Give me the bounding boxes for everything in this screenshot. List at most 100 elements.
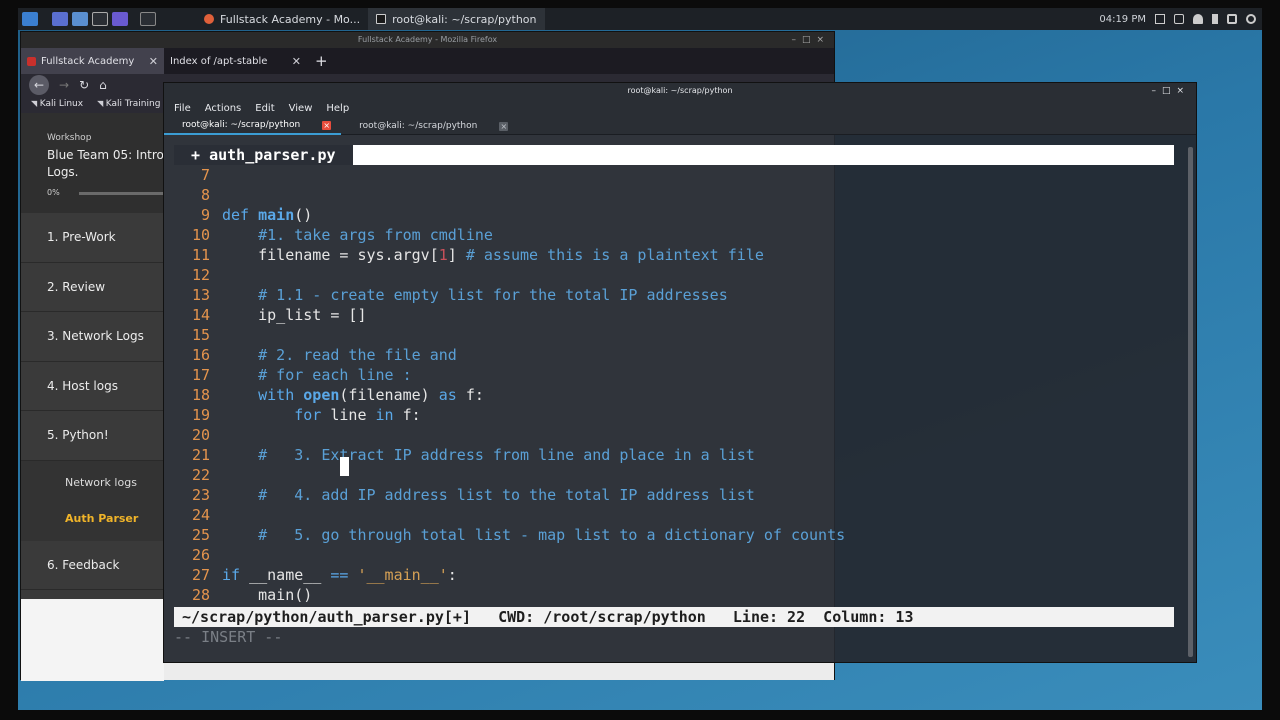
firefox-launcher-icon[interactable] [112, 12, 128, 26]
code-line: 21 # 3. Extract IP address from line and… [174, 445, 755, 465]
line-number: 23 [191, 486, 210, 504]
nav-item-pre-work[interactable]: 1. Pre-Work [21, 213, 164, 263]
terminal-tab-label: root@kali: ~/scrap/python [182, 120, 301, 130]
terminal-tabbar: root@kali: ~/scrap/python × root@kali: ~… [164, 117, 1196, 135]
terminal-window-controls[interactable]: –□× [1151, 83, 1190, 99]
terminal-scrollbar[interactable] [1188, 147, 1193, 657]
network-icon[interactable] [1174, 14, 1184, 24]
code-line: 12 [174, 265, 222, 285]
code-line: 20 [174, 425, 222, 445]
line-number: 9 [200, 206, 210, 224]
vim-editor[interactable]: + auth_parser.py 7 8 9 def main() 10 #1. … [174, 145, 1174, 655]
tab-label: Index of /apt-stable [170, 55, 268, 67]
vim-mode-indicator: -- INSERT -- [174, 628, 283, 646]
code-line: 15 [174, 325, 222, 345]
bookmark-kali-linux[interactable]: Kali Linux [31, 99, 83, 109]
code-comment: #1. take args from cmdline [258, 226, 493, 244]
top-panel: Fullstack Academy - Mo... root@kali: ~/s… [18, 8, 1262, 30]
display-icon[interactable] [1155, 14, 1165, 24]
code-line: 18 with open(filename) as f: [174, 385, 484, 405]
workspace-1-icon[interactable] [52, 12, 68, 26]
line-number: 26 [191, 546, 210, 564]
progress-bar [79, 192, 164, 195]
line-number: 27 [191, 566, 210, 584]
terminal-icon [376, 14, 387, 24]
menu-file[interactable]: File [174, 103, 191, 114]
code-line: 26 [174, 545, 222, 565]
line-number: 28 [191, 586, 210, 604]
close-tab-icon[interactable]: × [499, 121, 509, 131]
terminal-menubar: File Actions Edit View Help [164, 99, 1196, 117]
close-tab-icon[interactable]: ✕ [292, 55, 301, 68]
firefox-window-title: Fullstack Academy - Mozilla Firefox [357, 35, 498, 44]
task-terminal-label: root@kali: ~/scrap/python [392, 12, 537, 26]
code-comment: # 4. add IP address list to the total IP… [258, 486, 755, 504]
firefox-icon [204, 14, 214, 24]
task-terminal[interactable]: root@kali: ~/scrap/python [368, 8, 545, 30]
code-line: 22 [174, 465, 222, 485]
home-icon[interactable]: ⌂ [99, 78, 107, 92]
line-number: 7 [200, 166, 210, 184]
menu-help[interactable]: Help [326, 103, 349, 114]
kali-menu-icon[interactable] [22, 12, 38, 26]
vim-buffer-tab[interactable]: + auth_parser.py [174, 145, 353, 165]
line-number: 18 [191, 386, 210, 404]
line-number: 11 [191, 246, 210, 264]
nav-item-host-logs[interactable]: 4. Host logs [21, 362, 164, 411]
terminal-launcher-icon[interactable] [92, 12, 108, 26]
vim-statusline: ~/scrap/python/auth_parser.py[+] CWD: /r… [174, 607, 1174, 627]
nav-item-review[interactable]: 2. Review [21, 263, 164, 312]
line-number: 21 [191, 446, 210, 464]
reload-icon[interactable]: ↻ [79, 78, 89, 92]
line-number: 22 [191, 466, 210, 484]
notification-bell-icon[interactable] [1193, 14, 1203, 24]
nav-item-feedback[interactable]: 6. Feedback [21, 541, 164, 590]
task-firefox[interactable]: Fullstack Academy - Mo... [196, 8, 368, 30]
terminal-titlebar: root@kali: ~/scrap/python –□× [164, 83, 1196, 99]
window-controls[interactable]: –□× [791, 32, 830, 48]
terminal-tab-2[interactable]: root@kali: ~/scrap/python × [341, 117, 518, 135]
workshop-label: Workshop [47, 133, 92, 143]
lock-icon[interactable] [1227, 14, 1237, 24]
bookmark-kali-training[interactable]: Kali Training [97, 99, 161, 109]
new-tab-button[interactable]: + [307, 48, 336, 74]
nav-item-python[interactable]: 5. Python! [21, 411, 164, 461]
subnav-auth-parser[interactable]: Auth Parser [21, 501, 164, 537]
code-line: 17 # for each line : [174, 365, 412, 385]
terminal-tab-1[interactable]: root@kali: ~/scrap/python × [164, 117, 342, 135]
file-manager-icon[interactable] [72, 12, 88, 26]
line-number: 24 [191, 506, 210, 524]
close-tab-icon[interactable]: × [322, 120, 332, 130]
code-comment: # 5. go through total list - map list to… [258, 526, 846, 544]
clock[interactable]: 04:19 PM [1099, 14, 1146, 25]
tab-fullstack-academy[interactable]: Fullstack Academy ✕ [21, 48, 164, 74]
tab-apt-stable[interactable]: Index of /apt-stable ✕ [164, 48, 307, 74]
back-arrow-icon[interactable]: ← [29, 75, 49, 95]
line-number: 12 [191, 266, 210, 284]
menu-view[interactable]: View [289, 103, 313, 114]
menu-edit[interactable]: Edit [255, 103, 274, 114]
menu-actions[interactable]: Actions [205, 103, 242, 114]
terminal-window: root@kali: ~/scrap/python –□× File Actio… [163, 82, 1197, 663]
code-comment: # 1.1 - create empty list for the total … [258, 286, 728, 304]
workshop-title: Blue Team 05: Intro Logs. [47, 147, 164, 181]
line-number: 19 [191, 406, 210, 424]
battery-icon[interactable] [1212, 14, 1218, 24]
code-comment: # for each line : [258, 366, 412, 384]
code-line: 9 def main() [174, 205, 312, 225]
show-desktop-icon[interactable] [140, 12, 156, 26]
subnav: Network logs Auth Parser [21, 460, 164, 541]
power-icon[interactable] [1246, 14, 1256, 24]
line-number: 13 [191, 286, 210, 304]
subnav-network-logs[interactable]: Network logs [21, 465, 164, 501]
line-number: 17 [191, 366, 210, 384]
code-line: 10 #1. take args from cmdline [174, 225, 493, 245]
fullstack-favicon-icon [27, 56, 36, 66]
close-tab-icon[interactable]: ✕ [149, 55, 158, 68]
line-number: 10 [191, 226, 210, 244]
nav-item-network-logs[interactable]: 3. Network Logs [21, 312, 164, 362]
forward-arrow-icon[interactable]: → [59, 78, 69, 92]
firefox-titlebar: Fullstack Academy - Mozilla Firefox –□× [21, 32, 834, 48]
line-number: 20 [191, 426, 210, 444]
code-line: 19 for line in f: [174, 405, 421, 425]
